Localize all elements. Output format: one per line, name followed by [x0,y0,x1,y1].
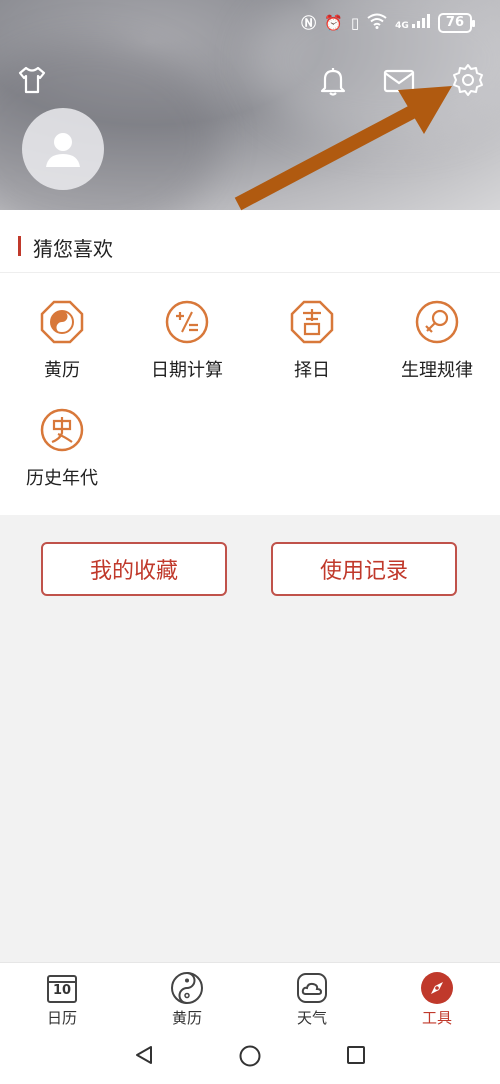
recents-square-icon[interactable] [345,1044,367,1070]
tab-huangli[interactable]: 黄历 [147,971,227,1028]
tool-label: 生理规律 [401,360,473,381]
section-accent-bar [18,236,21,256]
calendar-icon: 10 [45,971,79,1005]
section-title: 猜您喜欢 [33,237,113,261]
calculator-icon [165,300,209,344]
tab-label: 黄历 [171,1009,202,1027]
annotation-arrow [234,86,452,211]
calendar-date-number: 10 [52,983,72,998]
tab-label: 日历 [46,1009,77,1027]
tool-date-calc[interactable]: 日期计算 [127,300,247,382]
bottom-tab-bar: 10 日历 黄历 天气 工具 [0,962,500,1033]
tab-label: 天气 [296,1009,327,1027]
tool-label: 择日 [294,360,330,381]
weather-cloud-icon [295,971,329,1005]
home-circle-icon[interactable] [238,1044,262,1072]
ji-character-icon [290,300,334,344]
tool-history-era[interactable]: 历史年代 [2,408,122,490]
tool-physiology[interactable]: 生理规律 [377,300,497,382]
usage-history-button[interactable]: 使用记录 [271,542,457,596]
yinyang-icon [170,971,204,1005]
tab-calendar[interactable]: 10 日历 [22,971,102,1028]
system-nav-bar [0,1032,500,1084]
yinyang-octagon-icon [40,300,84,344]
tab-weather[interactable]: 天气 [272,971,352,1028]
favorites-button[interactable]: 我的收藏 [41,542,227,596]
tool-label: 历史年代 [26,468,98,489]
tool-label: 黄历 [44,360,80,381]
compass-icon [420,971,454,1005]
tool-label: 日期计算 [151,360,223,381]
tab-tools[interactable]: 工具 [397,971,477,1028]
tool-zeri[interactable]: 择日 [252,300,372,382]
female-symbol-icon [415,300,459,344]
shi-character-icon [40,408,84,452]
tool-huangli[interactable]: 黄历 [2,300,122,382]
back-triangle-icon[interactable] [133,1044,155,1070]
tab-label: 工具 [421,1009,452,1027]
